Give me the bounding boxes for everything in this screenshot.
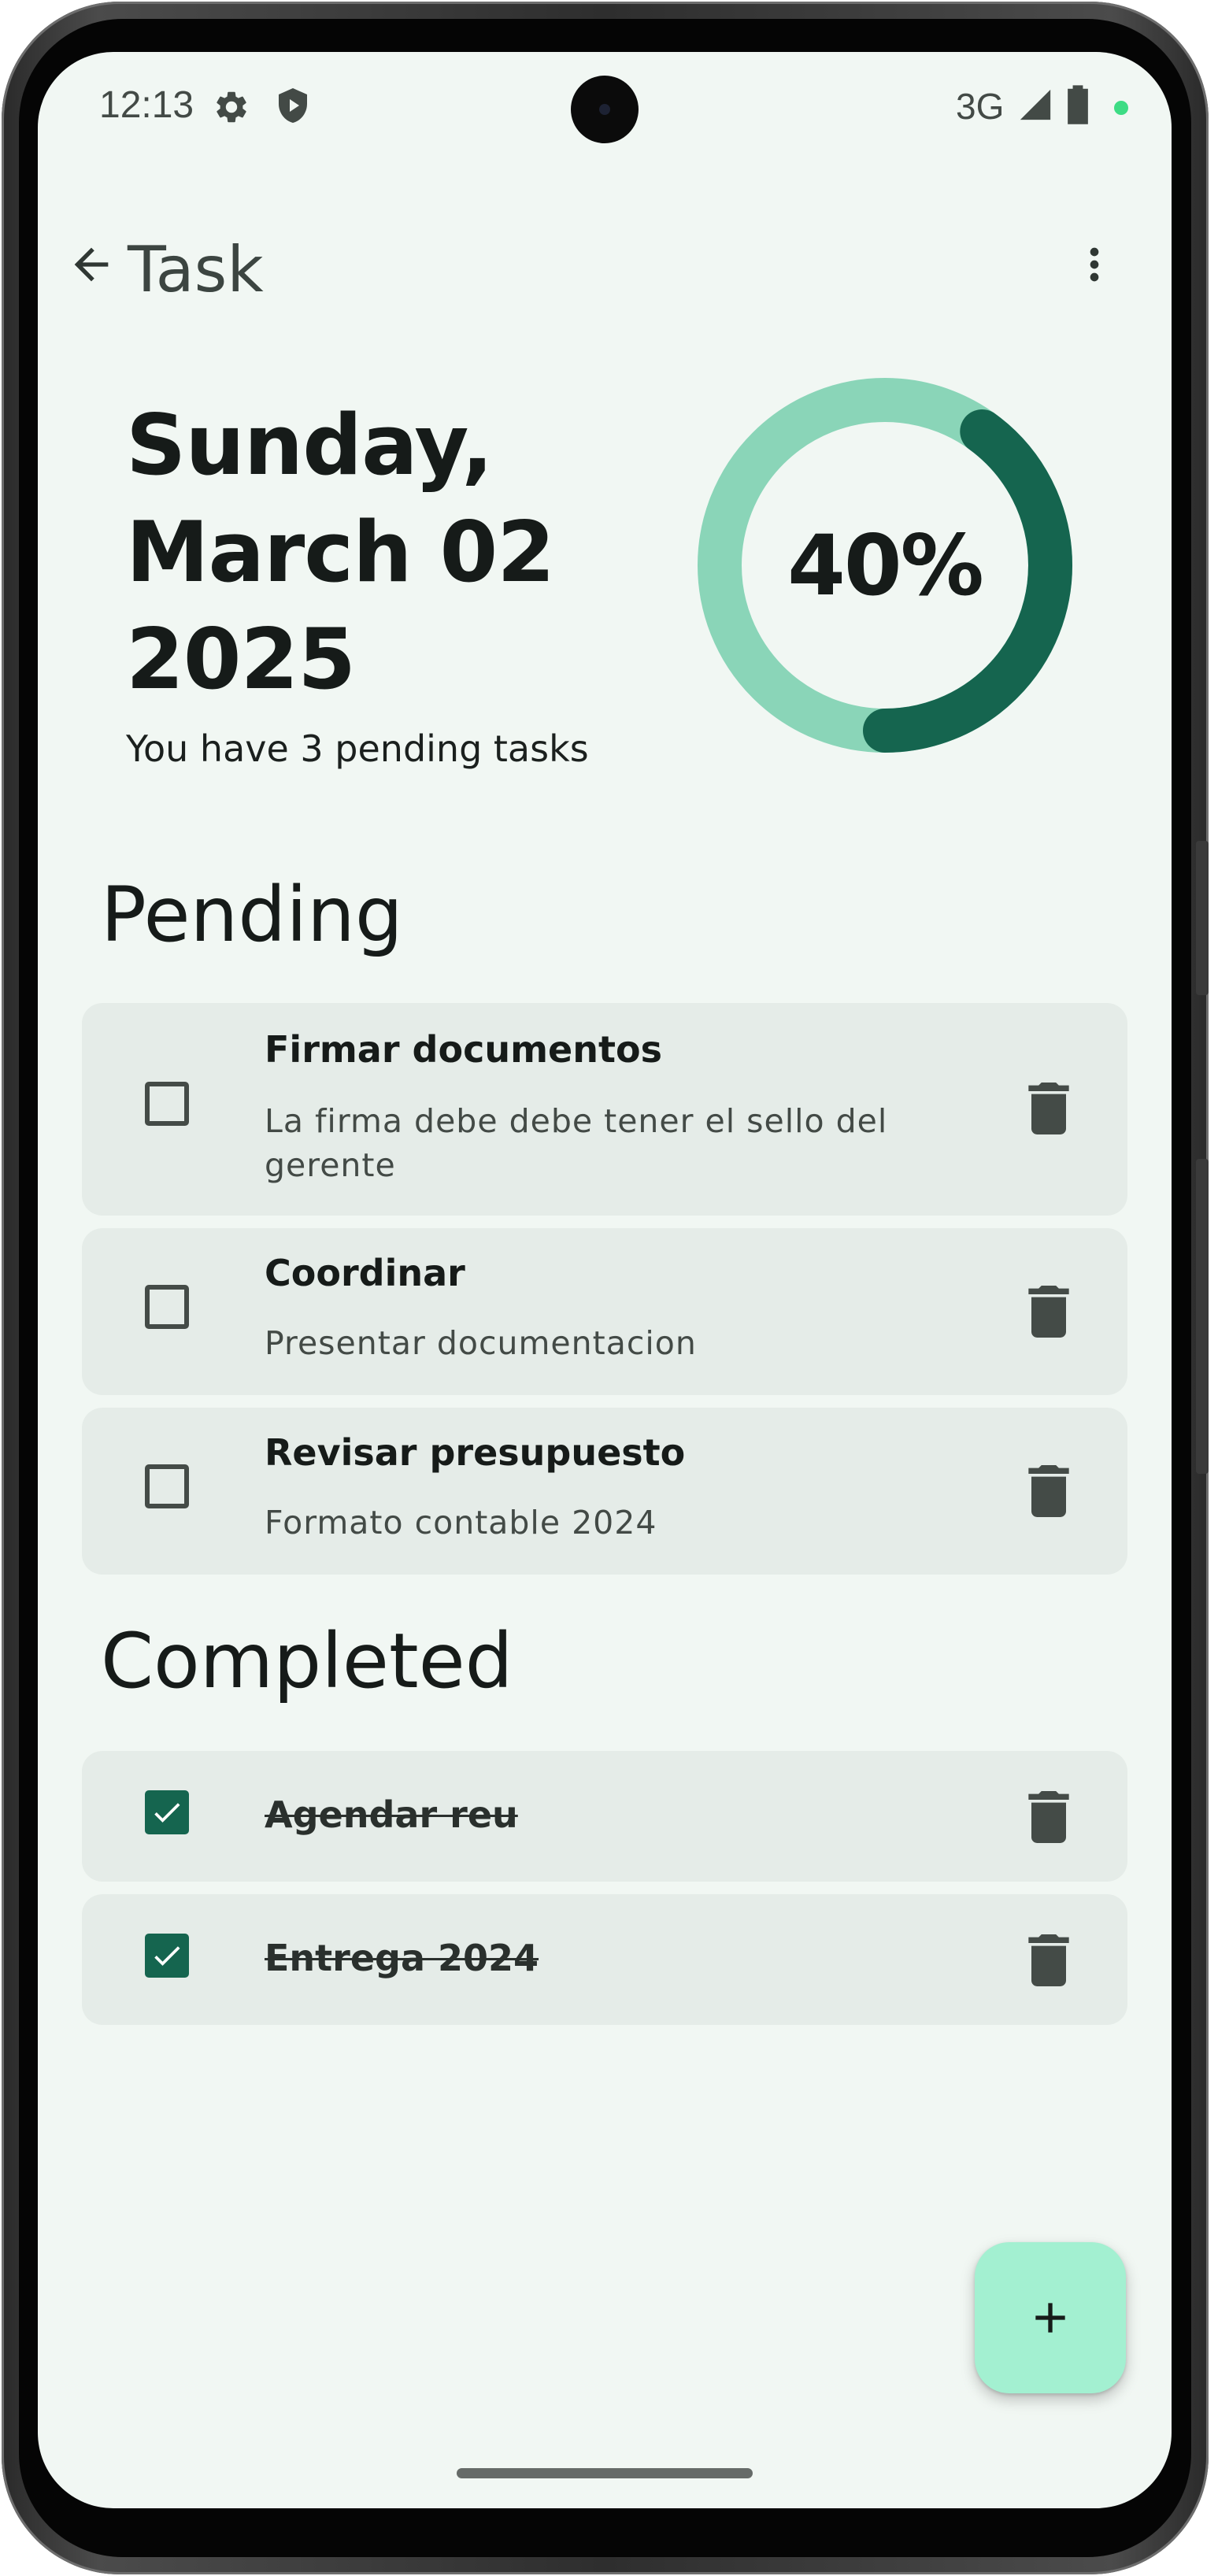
task-card[interactable]: Agendar reu xyxy=(82,1751,1127,1882)
task-card[interactable]: Coordinar Presentar documentacion xyxy=(82,1228,1127,1395)
task-title: Agendar reu xyxy=(265,1793,518,1836)
date-year: 2025 xyxy=(126,611,356,708)
completed-section-title: Completed xyxy=(101,1617,513,1705)
task-checkbox-checked[interactable] xyxy=(145,1934,189,1978)
delete-task-button[interactable] xyxy=(1017,1786,1080,1849)
delete-task-button[interactable] xyxy=(1017,1460,1080,1523)
network-type: 3G xyxy=(956,86,1005,127)
task-title: Entrega 2024 xyxy=(265,1937,539,1979)
more-vert-icon xyxy=(1090,247,1099,282)
task-card[interactable]: Revisar presupuesto Formato contable 202… xyxy=(82,1408,1127,1575)
add-task-button[interactable] xyxy=(975,2242,1126,2393)
task-description: La firma debe debe tener el sello del ge… xyxy=(265,1102,888,1184)
back-button[interactable] xyxy=(52,225,131,304)
app-title: Task xyxy=(128,233,264,306)
status-bar: 12:13 3G xyxy=(38,52,1172,162)
task-title: Coordinar xyxy=(265,1252,465,1294)
task-checkbox[interactable] xyxy=(145,1464,189,1508)
date-month-day: March 02 xyxy=(126,504,555,601)
task-checkbox-checked[interactable] xyxy=(145,1790,189,1834)
pending-count-text: You have 3 pending tasks xyxy=(126,727,589,770)
task-card[interactable]: Firmar documentos La firma debe debe ten… xyxy=(82,1003,1127,1216)
task-title: Firmar documentos xyxy=(265,1028,662,1071)
home-indicator[interactable] xyxy=(457,2468,753,2478)
volume-button xyxy=(1196,1159,1209,1474)
arrow-back-icon xyxy=(74,247,109,282)
shield-play-icon xyxy=(274,87,312,131)
plus-icon xyxy=(1035,2303,1065,2333)
trash-icon xyxy=(1028,1791,1069,1843)
trash-icon xyxy=(1028,1083,1069,1134)
task-card[interactable]: Entrega 2024 xyxy=(82,1894,1127,2025)
delete-task-button[interactable] xyxy=(1017,1077,1080,1140)
signal-icon xyxy=(1017,87,1053,127)
trash-icon xyxy=(1028,1934,1069,1986)
task-description: Formato contable 2024 xyxy=(265,1504,657,1542)
date-header: Sunday, March 02 2025 You have 3 pending… xyxy=(126,392,724,770)
app-screen: 12:13 3G Task Sunday, March 02 2025 You … xyxy=(38,52,1172,2508)
task-checkbox[interactable] xyxy=(145,1285,189,1329)
date-weekday: Sunday, xyxy=(126,397,494,494)
task-title: Revisar presupuesto xyxy=(265,1431,686,1474)
top-app-bar: Task xyxy=(38,209,1172,312)
delete-task-button[interactable] xyxy=(1017,1280,1080,1343)
status-time: 12:13 xyxy=(99,84,194,126)
pending-section-title: Pending xyxy=(101,871,403,959)
trash-icon xyxy=(1028,1465,1069,1517)
trash-icon xyxy=(1028,1286,1069,1338)
progress-percent: 40% xyxy=(787,516,984,614)
privacy-dot-icon xyxy=(1114,101,1128,115)
more-options-button[interactable] xyxy=(1055,225,1134,304)
power-button xyxy=(1196,841,1209,995)
check-icon xyxy=(154,1803,180,1823)
settings-icon xyxy=(213,88,250,130)
front-camera xyxy=(571,76,639,143)
battery-icon xyxy=(1066,83,1090,128)
task-description: Presentar documentacion xyxy=(265,1324,697,1362)
check-icon xyxy=(154,1946,180,1966)
task-checkbox[interactable] xyxy=(145,1082,189,1126)
delete-task-button[interactable] xyxy=(1017,1929,1080,1992)
